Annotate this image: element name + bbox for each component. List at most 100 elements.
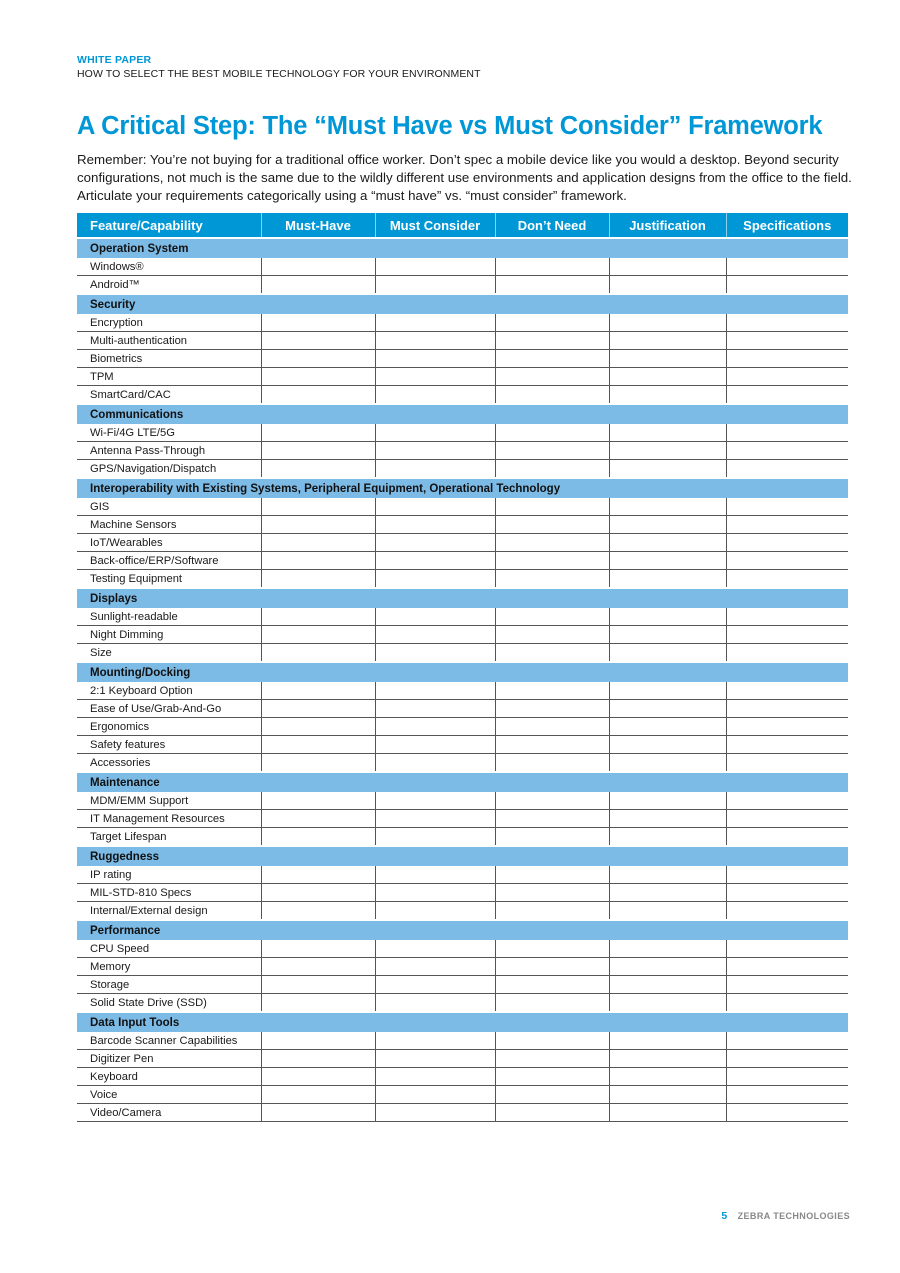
specifications-cell[interactable] — [725, 1049, 848, 1068]
must-consider-cell[interactable] — [374, 331, 495, 350]
dont-need-cell[interactable] — [494, 717, 609, 736]
specifications-cell[interactable] — [725, 498, 848, 516]
specifications-cell[interactable] — [725, 827, 848, 847]
must-consider-cell[interactable] — [374, 957, 495, 976]
justification-cell[interactable] — [608, 975, 726, 994]
justification-cell[interactable] — [608, 792, 726, 810]
justification-cell[interactable] — [608, 498, 726, 516]
specifications-cell[interactable] — [725, 957, 848, 976]
justification-cell[interactable] — [608, 682, 726, 700]
specifications-cell[interactable] — [725, 1067, 848, 1086]
must-consider-cell[interactable] — [374, 459, 495, 479]
must-have-cell[interactable] — [260, 1067, 375, 1086]
must-consider-cell[interactable] — [374, 385, 495, 405]
must-consider-cell[interactable] — [374, 792, 495, 810]
specifications-cell[interactable] — [725, 533, 848, 552]
justification-cell[interactable] — [608, 349, 726, 368]
dont-need-cell[interactable] — [494, 753, 609, 773]
must-consider-cell[interactable] — [374, 441, 495, 460]
must-consider-cell[interactable] — [374, 699, 495, 718]
must-have-cell[interactable] — [260, 940, 375, 958]
must-consider-cell[interactable] — [374, 940, 495, 958]
justification-cell[interactable] — [608, 643, 726, 663]
specifications-cell[interactable] — [725, 314, 848, 332]
dont-need-cell[interactable] — [494, 459, 609, 479]
dont-need-cell[interactable] — [494, 643, 609, 663]
must-have-cell[interactable] — [260, 735, 375, 754]
must-consider-cell[interactable] — [374, 608, 495, 626]
must-consider-cell[interactable] — [374, 625, 495, 644]
dont-need-cell[interactable] — [494, 1032, 609, 1050]
dont-need-cell[interactable] — [494, 1085, 609, 1104]
dont-need-cell[interactable] — [494, 883, 609, 902]
dont-need-cell[interactable] — [494, 551, 609, 570]
justification-cell[interactable] — [608, 1049, 726, 1068]
must-consider-cell[interactable] — [374, 901, 495, 921]
dont-need-cell[interactable] — [494, 827, 609, 847]
dont-need-cell[interactable] — [494, 441, 609, 460]
justification-cell[interactable] — [608, 331, 726, 350]
specifications-cell[interactable] — [725, 258, 848, 276]
specifications-cell[interactable] — [725, 901, 848, 921]
must-have-cell[interactable] — [260, 625, 375, 644]
specifications-cell[interactable] — [725, 1032, 848, 1050]
must-have-cell[interactable] — [260, 1032, 375, 1050]
specifications-cell[interactable] — [725, 1103, 848, 1122]
dont-need-cell[interactable] — [494, 866, 609, 884]
must-consider-cell[interactable] — [374, 1049, 495, 1068]
justification-cell[interactable] — [608, 385, 726, 405]
justification-cell[interactable] — [608, 533, 726, 552]
must-have-cell[interactable] — [260, 993, 375, 1013]
justification-cell[interactable] — [608, 699, 726, 718]
dont-need-cell[interactable] — [494, 901, 609, 921]
must-have-cell[interactable] — [260, 975, 375, 994]
dont-need-cell[interactable] — [494, 314, 609, 332]
must-have-cell[interactable] — [260, 569, 375, 589]
justification-cell[interactable] — [608, 515, 726, 534]
justification-cell[interactable] — [608, 735, 726, 754]
specifications-cell[interactable] — [725, 735, 848, 754]
must-have-cell[interactable] — [260, 682, 375, 700]
must-have-cell[interactable] — [260, 1085, 375, 1104]
must-have-cell[interactable] — [260, 424, 375, 442]
justification-cell[interactable] — [608, 717, 726, 736]
must-have-cell[interactable] — [260, 314, 375, 332]
must-have-cell[interactable] — [260, 753, 375, 773]
dont-need-cell[interactable] — [494, 515, 609, 534]
dont-need-cell[interactable] — [494, 792, 609, 810]
dont-need-cell[interactable] — [494, 993, 609, 1013]
dont-need-cell[interactable] — [494, 385, 609, 405]
must-have-cell[interactable] — [260, 1049, 375, 1068]
dont-need-cell[interactable] — [494, 957, 609, 976]
dont-need-cell[interactable] — [494, 625, 609, 644]
justification-cell[interactable] — [608, 275, 726, 295]
justification-cell[interactable] — [608, 367, 726, 386]
justification-cell[interactable] — [608, 424, 726, 442]
justification-cell[interactable] — [608, 1103, 726, 1122]
specifications-cell[interactable] — [725, 625, 848, 644]
specifications-cell[interactable] — [725, 975, 848, 994]
dont-need-cell[interactable] — [494, 349, 609, 368]
specifications-cell[interactable] — [725, 643, 848, 663]
specifications-cell[interactable] — [725, 993, 848, 1013]
specifications-cell[interactable] — [725, 551, 848, 570]
must-consider-cell[interactable] — [374, 367, 495, 386]
dont-need-cell[interactable] — [494, 735, 609, 754]
specifications-cell[interactable] — [725, 699, 848, 718]
justification-cell[interactable] — [608, 625, 726, 644]
must-consider-cell[interactable] — [374, 1103, 495, 1122]
justification-cell[interactable] — [608, 258, 726, 276]
must-have-cell[interactable] — [260, 957, 375, 976]
must-consider-cell[interactable] — [374, 515, 495, 534]
must-consider-cell[interactable] — [374, 975, 495, 994]
specifications-cell[interactable] — [725, 1085, 848, 1104]
specifications-cell[interactable] — [725, 792, 848, 810]
dont-need-cell[interactable] — [494, 498, 609, 516]
justification-cell[interactable] — [608, 1067, 726, 1086]
dont-need-cell[interactable] — [494, 682, 609, 700]
justification-cell[interactable] — [608, 993, 726, 1013]
must-consider-cell[interactable] — [374, 314, 495, 332]
must-consider-cell[interactable] — [374, 551, 495, 570]
specifications-cell[interactable] — [725, 331, 848, 350]
must-have-cell[interactable] — [260, 1103, 375, 1122]
